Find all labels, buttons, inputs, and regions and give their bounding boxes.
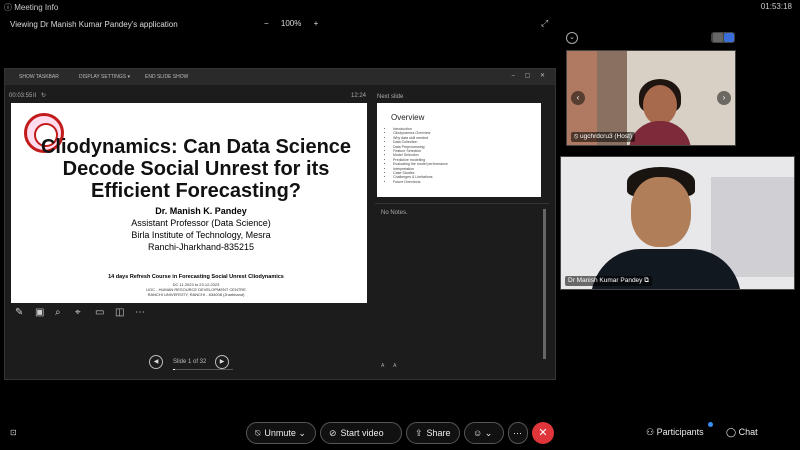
shared-screen: SHOW TASKBAR DISPLAY SETTINGS ▾ END SLID…	[4, 68, 556, 380]
slide-footer: DC 11.2023 to 23.12.2023 UGC - HUMAN RES…	[146, 282, 246, 297]
show-taskbar-button[interactable]: SHOW TASKBAR	[19, 74, 59, 80]
next-video-icon[interactable]: ›	[717, 91, 731, 105]
video-off-icon: ⊘	[329, 428, 337, 438]
camera-icon[interactable]: ◫	[115, 307, 124, 318]
end-slideshow-button[interactable]: END SLIDE SHOW	[145, 74, 188, 80]
people-icon: ⚇	[646, 427, 657, 437]
notification-badge	[708, 422, 713, 427]
all-slides-icon[interactable]: ▣	[35, 307, 44, 318]
zoom-controls: − 100% +	[259, 19, 323, 28]
more-options-icon[interactable]: ⋯	[135, 307, 145, 318]
current-slide: Cliodynamics: Can Data Science Decode So…	[11, 103, 367, 303]
mic-off-icon: ⍉	[255, 428, 261, 438]
timer-row: 00:03:55 II ↻ 12:24	[5, 91, 373, 101]
slide-progress	[173, 369, 233, 370]
layout-toggle[interactable]	[711, 32, 735, 43]
expand-icon[interactable]: ⤢	[541, 18, 548, 29]
info-icon: ⓘ	[4, 3, 15, 12]
collapse-videos-icon[interactable]: ⌄	[566, 32, 578, 44]
captions-icon[interactable]: ⊡	[10, 428, 17, 437]
share-icon: ⇪	[415, 428, 423, 438]
meeting-timer: 01:53:18	[760, 2, 792, 11]
close-icon: ✕	[538, 427, 548, 439]
next-slide-list: IntroductionCliodynamics OverviewWhy dat…	[393, 127, 448, 184]
participant-face	[631, 177, 691, 247]
slide-author: Dr. Manish K. Pandey Assistant Professor…	[131, 206, 271, 252]
participants-button[interactable]: ⚇ Participants	[646, 427, 704, 438]
pointer-icon[interactable]: ⌖	[75, 307, 81, 318]
zoom-in-button[interactable]: +	[314, 19, 319, 28]
presenter-toolbar: SHOW TASKBAR DISPLAY SETTINGS ▾ END SLID…	[5, 69, 555, 85]
chat-icon: ◯	[726, 427, 739, 437]
notes-text: No Notes.	[381, 210, 408, 216]
notes-panel: No Notes.	[375, 203, 549, 373]
slide-counter: Slide 1 of 32	[173, 359, 207, 365]
pen-icon[interactable]: ✎	[15, 307, 23, 318]
sharing-icon: ⧉	[642, 277, 649, 284]
participant-name-tag: Dr Manish Kumar Pandey ⧉	[565, 276, 652, 286]
elapsed-time: 00:03:55	[9, 93, 33, 99]
next-slide-button[interactable]: ▶	[215, 355, 229, 369]
unmute-button[interactable]: ⍉ Unmute ⌄	[246, 422, 316, 444]
black-screen-icon[interactable]: ▭	[95, 307, 104, 318]
chat-button[interactable]: ◯ Chat	[726, 427, 758, 438]
next-slide-title: Overview	[391, 113, 425, 122]
pause-icon[interactable]: II	[33, 93, 36, 99]
start-video-button[interactable]: ⊘Start video ⌄	[320, 422, 402, 450]
next-slide-label: Next slide	[377, 94, 404, 100]
display-settings-button[interactable]: DISPLAY SETTINGS ▾	[79, 74, 130, 80]
presenter-tools: ✎ ▣ ⌕ ⌖ ▭ ◫ ⋯	[11, 307, 161, 321]
viewing-title: Viewing Dr Manish Kumar Pandey's applica…	[10, 20, 178, 29]
slide-navigation: ◀ Slide 1 of 32 ▶	[149, 355, 249, 369]
overview-item: Future Directions	[393, 180, 448, 184]
window-controls[interactable]: – ▢ ✕	[512, 72, 549, 79]
reactions-icon: ☺ ⌄	[473, 428, 493, 438]
previous-video-icon[interactable]: ‹	[571, 91, 585, 105]
video-tile-presenter[interactable]: Dr Manish Kumar Pandey ⧉	[560, 156, 795, 290]
notes-font-controls[interactable]: A A	[381, 363, 401, 369]
top-bar: ⓘ Meeting Info 01:53:18	[0, 0, 800, 14]
reactions-button[interactable]: ☺ ⌄	[464, 422, 504, 444]
share-button[interactable]: ⇪ Share	[406, 422, 460, 444]
zoom-level: 100%	[280, 19, 302, 28]
video-tile-host[interactable]: ‹ › ⦸ ugchrdcru3 (Host)	[566, 50, 736, 146]
next-slide-preview[interactable]: Overview IntroductionCliodynamics Overvi…	[377, 103, 541, 197]
participant-name-tag: ⦸ ugchrdcru3 (Host)	[571, 132, 636, 142]
more-icon: ⋯	[513, 428, 522, 438]
end-call-button[interactable]: ✕	[532, 422, 554, 444]
slide-progress-fill	[173, 369, 175, 370]
meeting-controls: ⊡ ⍉Unmute ⌄ ⊘Start video ⌄ ⇪Share ☺ ⌄ ⋯ …	[0, 420, 800, 450]
notes-scrollbar[interactable]	[543, 209, 546, 359]
meeting-info-link[interactable]: ⓘ Meeting Info	[4, 2, 58, 13]
reset-icon[interactable]: ↻	[41, 92, 46, 99]
zoom-out-button[interactable]: −	[264, 19, 269, 28]
clock: 12:24	[351, 93, 367, 99]
participant-face	[643, 85, 677, 125]
viewing-bar: Viewing Dr Manish Kumar Pandey's applica…	[0, 16, 560, 32]
slide-title: Cliodynamics: Can Data Science Decode So…	[40, 136, 352, 202]
slide-course: 14 days Refresh Course in Forecasting So…	[108, 274, 284, 280]
previous-slide-button[interactable]: ◀	[149, 355, 163, 369]
layout-stack-icon[interactable]	[724, 33, 734, 42]
overview-item: Evaluating the model performance	[393, 162, 448, 166]
zoom-icon[interactable]: ⌕	[55, 307, 61, 318]
more-button[interactable]: ⋯	[508, 422, 528, 444]
layout-grid-icon[interactable]	[713, 33, 723, 42]
